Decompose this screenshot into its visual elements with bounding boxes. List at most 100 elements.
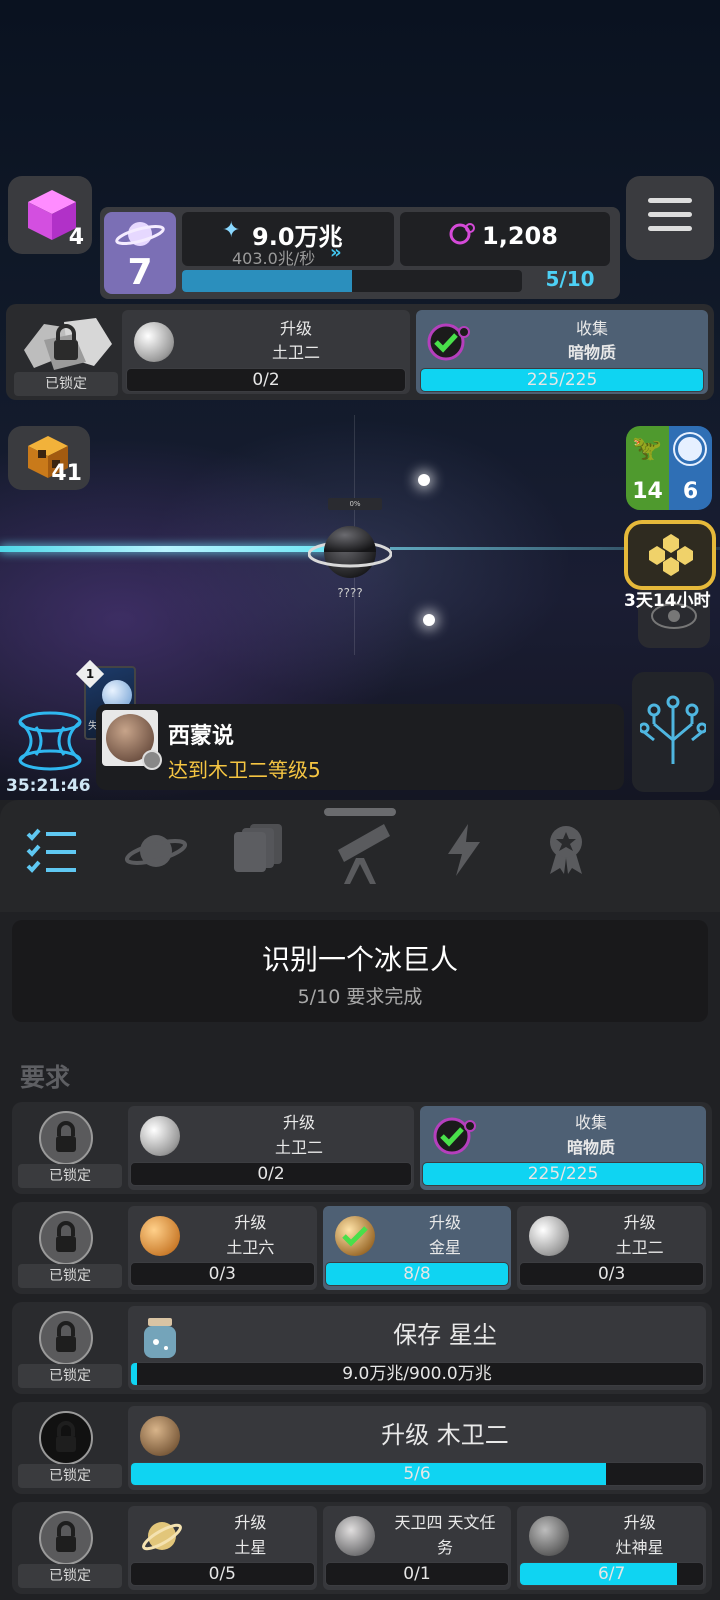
req-line2: 暗物质: [567, 343, 616, 362]
req-progress-text: 0/3: [597, 1264, 626, 1284]
locked-rocks-icon: [34, 1108, 98, 1168]
req-progress-bar: 0/3: [519, 1262, 704, 1286]
tab-missions[interactable]: [24, 826, 84, 882]
card-badge-number: 1: [85, 667, 95, 681]
requirement-cell[interactable]: 天卫四 天文任务 0/1: [322, 1506, 512, 1590]
central-planet[interactable]: [307, 520, 393, 584]
req-line1: 天卫四 天文任: [394, 1513, 496, 1532]
planet-icon: [124, 835, 188, 867]
check-dark-matter-icon: [426, 322, 470, 366]
req-progress-bar: 225/225: [420, 368, 704, 392]
skill-tree-button[interactable]: [632, 672, 714, 792]
tab-achievements[interactable]: [546, 824, 590, 880]
locked-label: 已锁定: [18, 1564, 122, 1588]
notification-panel[interactable]: 西蒙说 达到木卫二等级5: [96, 704, 624, 790]
venus-check-icon: [334, 1216, 375, 1256]
dark-matter-check-icon: [432, 1116, 476, 1156]
star: [418, 474, 430, 486]
golden-cube-button[interactable]: 41: [8, 426, 90, 490]
tab-telescope[interactable]: [330, 820, 394, 890]
requirement-cell[interactable]: 收集 暗物质 225/225: [420, 1106, 706, 1190]
req-progress-bar: 9.0万兆/900.0万兆: [130, 1362, 704, 1386]
req-line2: 土星: [234, 1538, 267, 1557]
req-progress-text: 9.0万兆/900.0万兆: [342, 1364, 492, 1384]
requirement-cell[interactable]: 升级 土卫二 0/2: [128, 1106, 414, 1190]
req-line1: 升级: [282, 1113, 315, 1132]
saturn-icon: [140, 1516, 182, 1556]
star: [423, 614, 435, 626]
stardust-box[interactable]: ✦ 9.0万兆 403.0兆/秒 »: [182, 212, 394, 268]
menu-button[interactable]: [626, 176, 714, 260]
req-progress-text: 0/2: [252, 370, 280, 390]
requirement-row: 已锁定 保存 星尘 9.0万兆/900.0万兆: [12, 1302, 712, 1394]
requirement-row: 已锁定 升级 木卫二 5/6: [12, 1402, 712, 1494]
dino-count: 14: [632, 479, 663, 504]
tab-cards[interactable]: [232, 822, 292, 882]
enceladus-icon: [134, 322, 174, 362]
hive-event-button[interactable]: [624, 520, 716, 590]
req-progress-text: 5/6: [403, 1464, 431, 1484]
top-requirement-panel: 已锁定 升级 土卫二 0/2 收集 暗物质 225/225: [6, 304, 714, 400]
req-progress-text: 225/225: [526, 370, 598, 390]
requirement-row: 已锁定 升级土卫六 0/3 升级金星 8/8 升级 土卫二 0/3: [12, 1202, 712, 1294]
req-progress-text: 225/225: [527, 1164, 599, 1184]
locked-label: 已锁定: [18, 1464, 122, 1488]
requirement-cell[interactable]: 升级金星 8/8: [322, 1206, 512, 1290]
requirement-row: 已锁定 升级土星 0/5 天卫四 天文任务 0/1 升级灶神星 6/7: [12, 1502, 712, 1594]
requirement-cell[interactable]: 升级土星 0/5: [128, 1506, 317, 1590]
dinosaur-icon: 🦖: [632, 434, 662, 462]
req-line2: 灶神星: [615, 1538, 664, 1557]
tab-bar: [0, 800, 720, 912]
req-upgrade-enceladus[interactable]: 升级 土卫二 0/2: [122, 310, 410, 394]
speaker-name: 西蒙说: [168, 724, 235, 749]
tab-planets[interactable]: [124, 826, 188, 882]
req-line1: 升级: [623, 1513, 656, 1532]
badge-icon: [550, 826, 582, 874]
req-line2: 土卫六: [226, 1238, 275, 1257]
oberon-icon: [334, 1516, 375, 1556]
enceladus-icon: [529, 1216, 570, 1256]
req-progress-bar: 0/2: [130, 1162, 412, 1186]
req-line1: 升级: [234, 1513, 267, 1532]
sparkle-icon: ✦: [222, 218, 241, 243]
req-line2: 金星: [428, 1238, 461, 1257]
golden-cube-count: 41: [51, 461, 82, 486]
requirement-cell[interactable]: 升级灶神星 6/7: [517, 1506, 706, 1590]
req-progress-bar: 0/5: [130, 1562, 315, 1586]
level-badge[interactable]: 7: [104, 212, 176, 294]
dark-matter-box[interactable]: 1,208: [400, 212, 610, 266]
req-progress-bar: 8/8: [324, 1262, 510, 1286]
double-chevron-icon: »: [330, 242, 342, 263]
locked-label: 已锁定: [18, 1264, 122, 1288]
cube-button[interactable]: 4: [8, 176, 92, 254]
dark-matter-amount: 1,208: [482, 222, 558, 250]
req-progress-text: 6/7: [597, 1564, 626, 1584]
tab-boosts[interactable]: [446, 824, 486, 880]
req-line1: 升级: [623, 1213, 656, 1232]
req-line1: 升级: [428, 1213, 461, 1232]
wormhole-button[interactable]: [10, 710, 90, 780]
req-line2: 暗物质: [566, 1138, 615, 1157]
species-widget[interactable]: 🦖 14 6: [626, 426, 712, 510]
hamburger-icon: [648, 198, 692, 231]
req-title: 升级 木卫二: [381, 1421, 509, 1449]
locked-orb-icon: [34, 1208, 98, 1268]
locked-small-icon: [34, 1508, 98, 1568]
req-line1: 升级: [234, 1213, 267, 1232]
cards-icon: [234, 824, 282, 872]
locked-label: 已锁定: [14, 372, 118, 396]
requirement-cell[interactable]: 保存 星尘 9.0万兆/900.0万兆: [128, 1306, 706, 1390]
locked-label: 已锁定: [18, 1164, 122, 1188]
dino-panel: 🦖 14: [626, 426, 669, 510]
req-collect-dark-matter[interactable]: 收集 暗物质 225/225: [416, 310, 708, 394]
drag-handle[interactable]: [324, 808, 396, 816]
requirement-cell[interactable]: 升级 木卫二 5/6: [128, 1406, 706, 1490]
level-progress-fill: [182, 270, 352, 292]
speaker-avatar: [102, 710, 162, 770]
earth-panel: 6: [669, 426, 712, 510]
req-progress-bar: 6/7: [519, 1562, 704, 1586]
level-progress-text: 5/10: [545, 267, 595, 291]
requirement-cell[interactable]: 升级 土卫二 0/3: [517, 1206, 706, 1290]
requirement-cell[interactable]: 升级 土卫六 0/3: [128, 1206, 317, 1290]
globe-icon: [675, 434, 705, 464]
